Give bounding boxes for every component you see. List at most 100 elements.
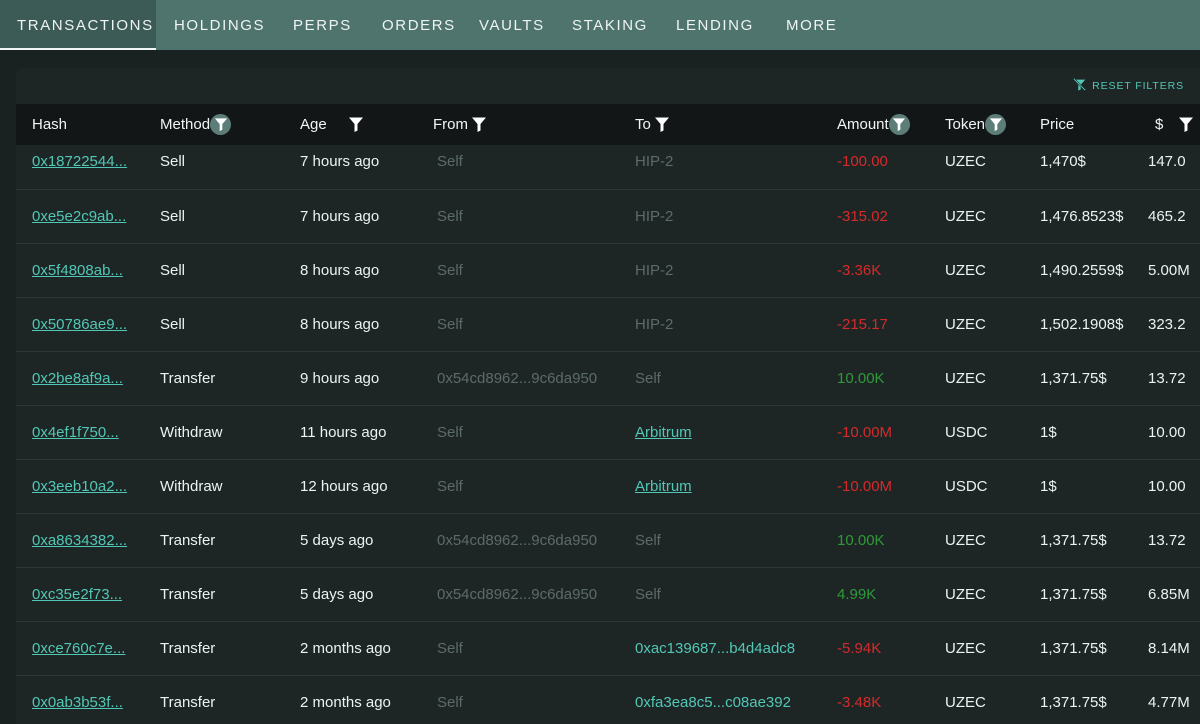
cell-token: USDC bbox=[945, 478, 988, 495]
cell-amount: -3.48K bbox=[837, 694, 882, 711]
cell-usd: 4.77M bbox=[1148, 694, 1190, 711]
cell-hash[interactable]: 0xc35e2f73... bbox=[32, 568, 122, 621]
table-row[interactable]: 0xe5e2c9ab... Sell 7 hours ago Self HIP-2 -31… bbox=[16, 190, 1200, 244]
table-row[interactable]: 0x3eeb10a2... Withdraw 12 hours ago Self Arb… bbox=[16, 460, 1200, 514]
table-row[interactable]: 0x50786ae9... Sell 8 hours ago Self HIP-2 -21… bbox=[16, 298, 1200, 352]
cell-hash[interactable]: 0xa8634382... bbox=[32, 514, 127, 567]
tab-orders[interactable]: ORDERS bbox=[363, 0, 459, 50]
age-filter-button[interactable] bbox=[348, 116, 364, 133]
cell-age: 8 hours ago bbox=[300, 316, 380, 333]
cell-age: 2 months ago bbox=[300, 640, 391, 657]
usd-filter-button[interactable] bbox=[1178, 116, 1194, 133]
cell-token: UZEC bbox=[945, 640, 986, 657]
cell-usd: 13.72 bbox=[1148, 532, 1186, 549]
cell-hash[interactable]: 0x5f4808ab... bbox=[32, 244, 123, 297]
reset-filters-button[interactable]: RESET FILTERS bbox=[1073, 78, 1184, 94]
table-row[interactable]: 0x4ef1f750... Withdraw 11 hours ago Self Arb… bbox=[16, 406, 1200, 460]
tab-staking[interactable]: STAKING bbox=[552, 0, 656, 50]
cell-token: UZEC bbox=[945, 153, 986, 170]
tab-perps[interactable]: PERPS bbox=[274, 0, 363, 50]
cell-price: 1,371.75$ bbox=[1040, 640, 1107, 657]
column-header-usd: $ bbox=[1155, 104, 1194, 145]
cell-from[interactable]: 0x54cd8962...9c6da950 bbox=[437, 352, 597, 405]
tab-vaults[interactable]: VAULTS bbox=[459, 0, 552, 50]
cell-usd: 5.00M bbox=[1148, 262, 1190, 279]
cell-hash[interactable]: 0x18722544... bbox=[32, 145, 127, 189]
tab-holdings[interactable]: HOLDINGS bbox=[156, 0, 274, 50]
tab-label: STAKING bbox=[572, 16, 648, 34]
cell-to: HIP-2 bbox=[635, 262, 674, 279]
cell-amount: 10.00K bbox=[837, 532, 885, 549]
cell-token: UZEC bbox=[945, 532, 986, 549]
cell-price: 1,371.75$ bbox=[1040, 694, 1107, 711]
cell-to: Self bbox=[635, 532, 661, 549]
cell-age: 5 days ago bbox=[300, 586, 374, 603]
filter-icon bbox=[654, 116, 670, 133]
table-row[interactable]: 0xa8634382... Transfer 5 days ago 0x54cd896… bbox=[16, 514, 1200, 568]
column-header-token: Token bbox=[945, 104, 1007, 145]
cell-hash[interactable]: 0xe5e2c9ab... bbox=[32, 190, 126, 243]
transactions-table-body: 0x18722544... Sell 7 hours ago Self HIP-2 -10… bbox=[16, 145, 1200, 724]
cell-to[interactable]: 0xac139687...b4d4adc8 bbox=[635, 622, 795, 675]
tab-more[interactable]: MORE bbox=[766, 0, 856, 50]
cell-amount: -3.36K bbox=[837, 262, 882, 279]
cell-hash[interactable]: 0x3eeb10a2... bbox=[32, 460, 127, 513]
cell-usd: 147.0 bbox=[1148, 153, 1186, 170]
table-header: Hash Method Age From To Amount Token Pri… bbox=[16, 104, 1200, 145]
table-row[interactable]: 0x2be8af9a... Transfer 9 hours ago 0x54cd89… bbox=[16, 352, 1200, 406]
table-row[interactable]: 0x0ab3b53f... Transfer 2 months ago Self 0xf… bbox=[16, 676, 1200, 724]
cell-hash[interactable]: 0x50786ae9... bbox=[32, 298, 127, 351]
cell-hash[interactable]: 0xce760c7e... bbox=[32, 622, 125, 675]
cell-price: 1,490.2559$ bbox=[1040, 262, 1124, 279]
cell-price: 1,476.8523$ bbox=[1040, 208, 1124, 225]
cell-to[interactable]: Arbitrum bbox=[635, 460, 692, 513]
cell-age: 5 days ago bbox=[300, 532, 374, 549]
tab-transactions[interactable]: TRANSACTIONS bbox=[0, 0, 156, 50]
cell-hash[interactable]: 0x2be8af9a... bbox=[32, 352, 123, 405]
reset-filters-label: RESET FILTERS bbox=[1092, 80, 1184, 92]
cell-from: Self bbox=[437, 262, 463, 279]
filter-icon bbox=[348, 116, 364, 133]
cell-token: UZEC bbox=[945, 370, 986, 387]
cell-method: Transfer bbox=[160, 532, 216, 549]
cell-method: Transfer bbox=[160, 640, 216, 657]
to-filter-button[interactable] bbox=[654, 116, 670, 133]
filter-reset-icon bbox=[1073, 78, 1087, 94]
cell-to: HIP-2 bbox=[635, 153, 674, 170]
cell-amount: 4.99K bbox=[837, 586, 877, 603]
from-filter-button[interactable] bbox=[471, 116, 487, 133]
column-header-age: Age bbox=[300, 104, 364, 145]
filter-icon bbox=[892, 117, 906, 132]
tab-label: MORE bbox=[786, 16, 838, 34]
table-row[interactable]: 0x5f4808ab... Sell 8 hours ago Self HIP-2 -3.… bbox=[16, 244, 1200, 298]
amount-filter-button[interactable] bbox=[888, 114, 910, 135]
cell-hash[interactable]: 0x0ab3b53f... bbox=[32, 676, 123, 724]
tab-lending[interactable]: LENDING bbox=[656, 0, 766, 50]
cell-age: 8 hours ago bbox=[300, 262, 380, 279]
table-row[interactable]: 0xce760c7e... Transfer 2 months ago Self 0xa… bbox=[16, 622, 1200, 676]
cell-usd: 323.2 bbox=[1148, 316, 1186, 333]
token-filter-button[interactable] bbox=[985, 114, 1007, 135]
cell-usd: 465.2 bbox=[1148, 208, 1186, 225]
cell-amount: -10.00M bbox=[837, 478, 893, 495]
tab-label: PERPS bbox=[293, 16, 352, 34]
cell-method: Transfer bbox=[160, 586, 216, 603]
cell-to[interactable]: Arbitrum bbox=[635, 406, 692, 459]
table-row[interactable]: 0x18722544... Sell 7 hours ago Self HIP-2 -10… bbox=[16, 145, 1200, 190]
cell-from[interactable]: 0x54cd8962...9c6da950 bbox=[437, 568, 597, 621]
cell-age: 11 hours ago bbox=[300, 424, 387, 441]
cell-hash[interactable]: 0x4ef1f750... bbox=[32, 406, 119, 459]
cell-age: 2 months ago bbox=[300, 694, 391, 711]
cell-usd: 10.00 bbox=[1148, 424, 1186, 441]
method-filter-button[interactable] bbox=[210, 114, 232, 135]
table-row[interactable]: 0xc35e2f73... Transfer 5 days ago 0x54cd896… bbox=[16, 568, 1200, 622]
cell-from[interactable]: 0x54cd8962...9c6da950 bbox=[437, 514, 597, 567]
cell-from: Self bbox=[437, 208, 463, 225]
cell-to[interactable]: 0xfa3ea8c5...c08ae392 bbox=[635, 676, 791, 724]
cell-from: Self bbox=[437, 153, 463, 170]
cell-usd: 8.14M bbox=[1148, 640, 1190, 657]
cell-price: 1,371.75$ bbox=[1040, 586, 1107, 603]
cell-amount: -5.94K bbox=[837, 640, 882, 657]
cell-price: 1,371.75$ bbox=[1040, 370, 1107, 387]
cell-method: Withdraw bbox=[160, 424, 223, 441]
